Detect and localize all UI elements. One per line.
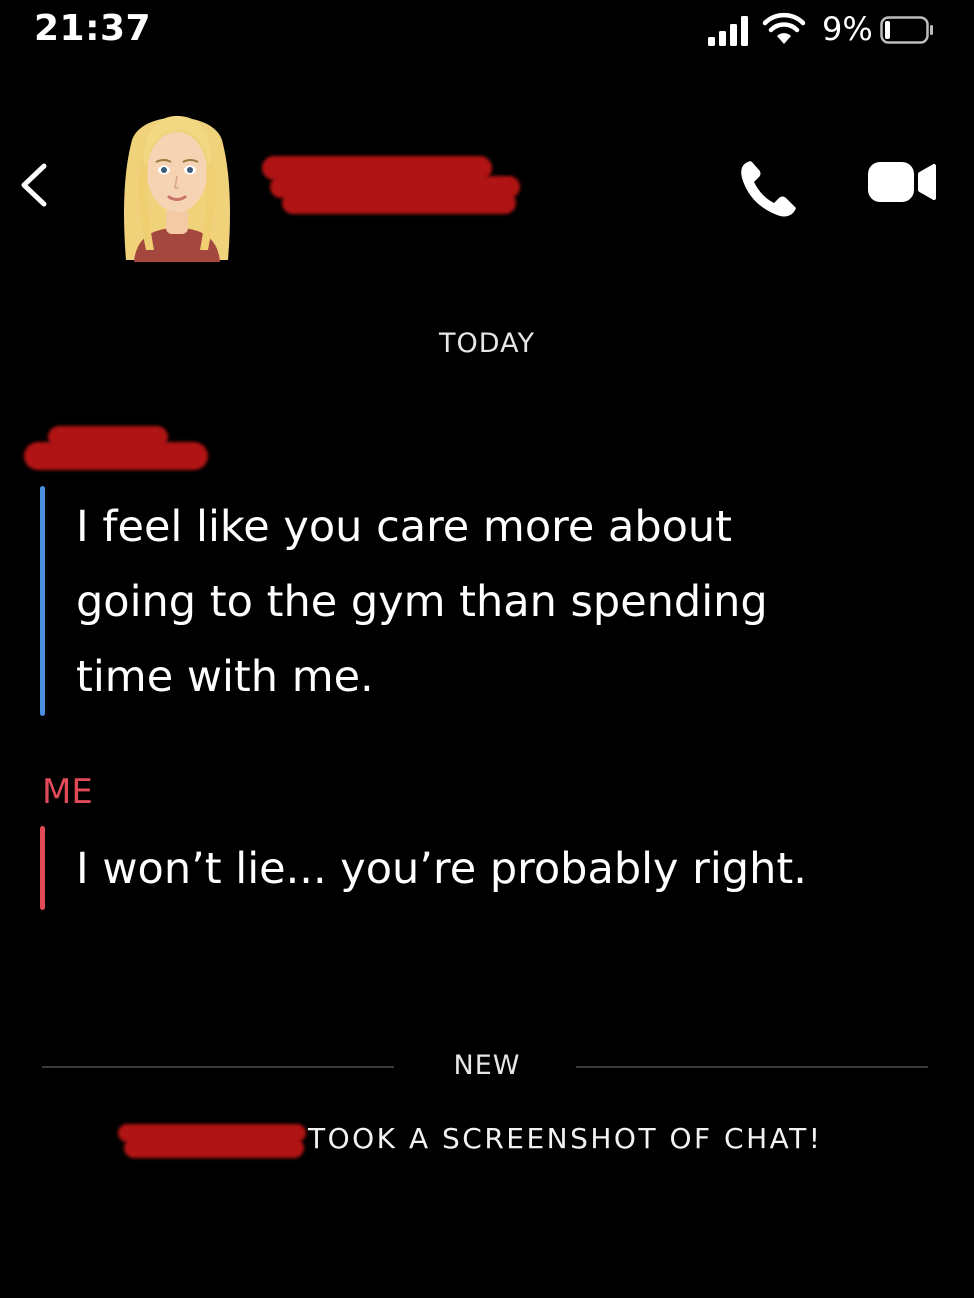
battery-percent: 9% — [822, 10, 873, 48]
contact-name-redacted[interactable] — [262, 154, 524, 220]
video-camera-icon[interactable] — [866, 158, 938, 206]
screenshot-notice: TOOK A SCREENSHOT OF CHAT! — [308, 1122, 823, 1155]
sender-name-redacted — [24, 426, 208, 472]
back-chevron-icon[interactable] — [14, 160, 54, 210]
bitmoji-avatar-image — [124, 116, 230, 262]
message-text: I feel like you care more about going to… — [76, 502, 768, 702]
message-accent-bar — [40, 486, 45, 716]
phone-icon[interactable] — [738, 156, 802, 218]
wifi-icon — [762, 12, 806, 44]
screenshot-user-redacted — [118, 1120, 308, 1160]
contact-avatar[interactable] — [118, 100, 236, 262]
status-time: 21:37 — [34, 8, 152, 49]
message-received[interactable]: I feel like you care more about going to… — [40, 486, 920, 716]
date-separator: TODAY — [439, 328, 535, 359]
battery-icon — [880, 16, 933, 44]
message-sent[interactable]: I won’t lie... you’re probably right. — [40, 826, 920, 910]
message-accent-bar — [40, 826, 45, 910]
new-divider-line-right — [576, 1066, 928, 1068]
message-text: I won’t lie... you’re probably right. — [76, 844, 807, 894]
sender-label-me: ME — [42, 772, 93, 812]
cellular-signal-icon — [708, 16, 754, 46]
